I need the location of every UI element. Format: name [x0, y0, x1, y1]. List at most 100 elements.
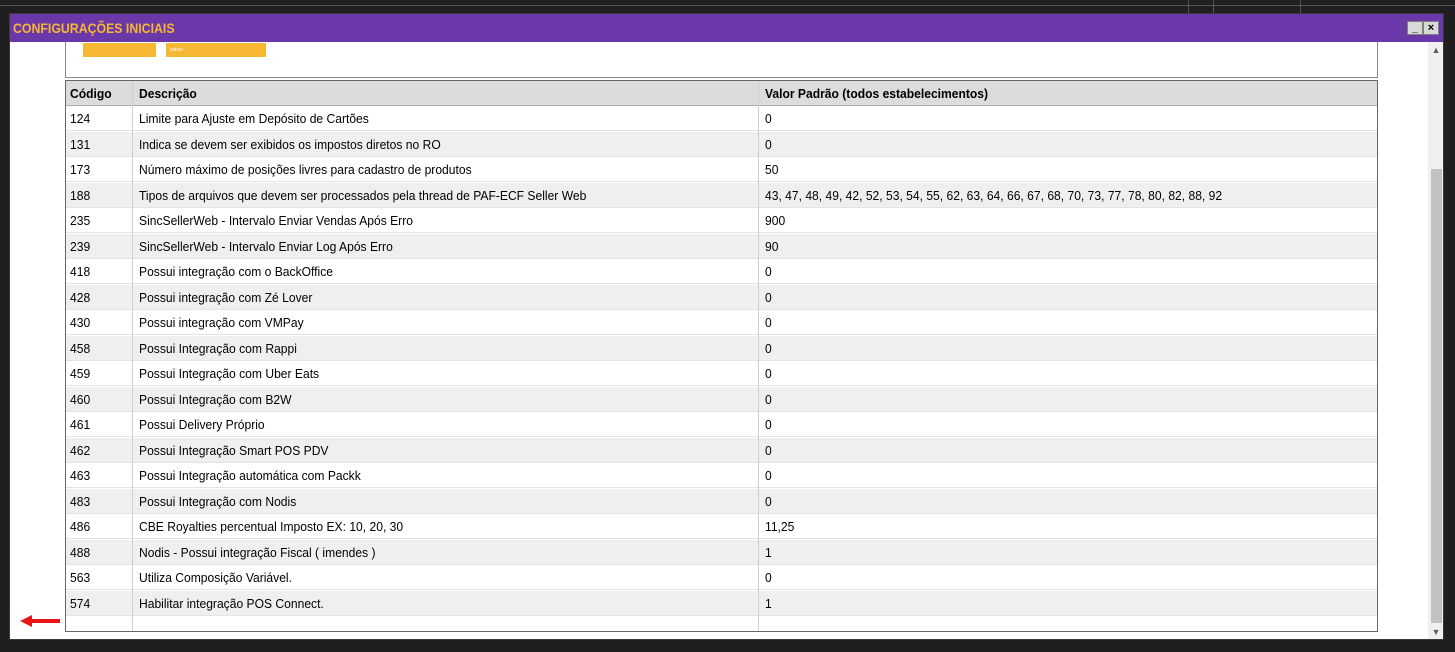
table-row[interactable]: 461 Possui Delivery Próprio 0	[66, 412, 1377, 437]
table-row[interactable]: 430 Possui integração com VMPay 0	[66, 310, 1377, 335]
row-code: 574	[70, 595, 91, 611]
row-description: Possui Delivery Próprio	[139, 417, 265, 432]
top-panel: salvar	[65, 42, 1378, 78]
row-code: 131	[70, 136, 91, 152]
row-value: 0	[765, 315, 772, 330]
table-row[interactable]: 486 CBE Royalties percentual Imposto EX: …	[66, 514, 1377, 539]
table-row[interactable]: 463 Possui Integração automática com Pack…	[66, 463, 1377, 488]
scrollbar-thumb[interactable]	[1431, 169, 1442, 623]
row-value: 11,25	[765, 519, 795, 534]
window-title: CONFIGURAÇÕES INICIAIS	[13, 20, 175, 36]
window-controls: _ ×	[1407, 21, 1439, 35]
table-row[interactable]: 460 Possui Integração com B2W 0	[66, 386, 1377, 412]
config-window: CONFIGURAÇÕES INICIAIS _ × salvar Código…	[9, 13, 1444, 640]
column-divider	[758, 81, 759, 631]
orange-button-2[interactable]: salvar	[166, 43, 266, 57]
table-row[interactable]: 418 Possui integração com o BackOffice 0	[66, 259, 1377, 284]
red-arrow-icon	[20, 615, 60, 627]
table-row[interactable]: 124 Limite para Ajuste em Depósito de Car…	[66, 106, 1377, 131]
row-description: Nodis - Possui integração Fiscal ( imend…	[139, 544, 376, 560]
row-code: 239	[70, 238, 91, 254]
table-row[interactable]: 239 SincSellerWeb - Intervalo Enviar Log …	[66, 233, 1377, 259]
row-code: 483	[70, 493, 91, 509]
row-value: 0	[765, 570, 772, 585]
row-description: Possui integração com o BackOffice	[139, 264, 333, 279]
config-table: Código Descrição Valor Padrão (todos est…	[65, 80, 1378, 632]
row-code: 462	[70, 442, 91, 458]
header-valor-padrao[interactable]: Valor Padrão (todos estabelecimentos)	[765, 81, 988, 106]
row-code: 486	[70, 519, 91, 534]
row-description: SincSellerWeb - Intervalo Enviar Vendas …	[139, 213, 413, 228]
window-titlebar[interactable]: CONFIGURAÇÕES INICIAIS _ ×	[10, 14, 1443, 42]
row-description: Possui Integração Smart POS PDV	[139, 442, 329, 458]
row-description: Possui Integração com Uber Eats	[139, 366, 320, 381]
row-value: 0	[765, 442, 772, 458]
row-value: 0	[765, 340, 772, 356]
row-value: 0	[765, 468, 772, 483]
table-header: Código Descrição Valor Padrão (todos est…	[66, 81, 1377, 106]
row-description: Habilitar integração POS Connect.	[139, 595, 324, 611]
row-value: 43, 47, 48, 49, 42, 52, 53, 54, 55, 62, …	[765, 187, 1223, 203]
row-value: 0	[765, 417, 772, 432]
table-row[interactable]: 488 Nodis - Possui integração Fiscal ( im…	[66, 539, 1377, 565]
column-divider	[132, 81, 133, 631]
header-descricao[interactable]: Descrição	[139, 81, 197, 106]
row-value: 0	[765, 289, 772, 305]
row-code: 463	[70, 468, 91, 483]
row-code: 188	[70, 187, 91, 203]
table-row[interactable]: 173 Número máximo de posições livres para…	[66, 157, 1377, 182]
row-description: Limite para Ajuste em Depósito de Cartõe…	[139, 111, 369, 126]
row-code: 461	[70, 417, 91, 432]
table-row[interactable]: 131 Indica se devem ser exibidos os impos…	[66, 131, 1377, 157]
orange-button-1[interactable]	[83, 43, 156, 57]
bg-line	[1188, 0, 1189, 13]
table-row[interactable]: 563 Utiliza Composição Variável. 0	[66, 565, 1377, 590]
table-row[interactable]: 574 Habilitar integração POS Connect. 1	[66, 590, 1377, 616]
row-description: SincSellerWeb - Intervalo Enviar Log Apó…	[139, 238, 393, 254]
row-value: 900	[765, 213, 786, 228]
row-description: Possui integração com Zé Lover	[139, 289, 313, 305]
row-description: Indica se devem ser exibidos os impostos…	[139, 136, 441, 152]
row-code: 563	[70, 570, 91, 585]
table-row[interactable]: 235 SincSellerWeb - Intervalo Enviar Vend…	[66, 208, 1377, 233]
row-code: 459	[70, 366, 91, 381]
triangle-down-icon[interactable]: ▼	[1428, 624, 1443, 639]
row-value: 0	[765, 264, 772, 279]
row-code: 458	[70, 340, 91, 356]
row-description: Possui Integração com B2W	[139, 391, 292, 407]
minimize-button[interactable]: _	[1407, 21, 1423, 35]
row-value: 0	[765, 493, 772, 509]
bg-line	[1300, 0, 1301, 13]
row-value: 0	[765, 391, 772, 407]
row-description: Utiliza Composição Variável.	[139, 570, 292, 585]
row-value: 90	[765, 238, 779, 254]
orange-button-2-label: salvar	[170, 47, 184, 53]
row-value: 0	[765, 136, 772, 152]
table-row[interactable]: 458 Possui Integração com Rappi 0	[66, 335, 1377, 361]
row-value: 0	[765, 366, 772, 381]
table-row[interactable]: 428 Possui integração com Zé Lover 0	[66, 284, 1377, 310]
triangle-up-icon[interactable]: ▲	[1428, 42, 1443, 58]
row-code: 418	[70, 264, 91, 279]
header-codigo[interactable]: Código	[70, 81, 112, 106]
table-row[interactable]: 188 Tipos de arquivos que devem ser proce…	[66, 182, 1377, 208]
bg-line	[1213, 0, 1214, 13]
row-value: 50	[765, 162, 779, 177]
row-value: 1	[765, 544, 772, 560]
close-button[interactable]: ×	[1423, 21, 1439, 35]
row-description: Possui integração com VMPay	[139, 315, 304, 330]
row-value: 1	[765, 595, 772, 611]
row-description: Possui Integração com Rappi	[139, 340, 297, 356]
row-code: 488	[70, 544, 91, 560]
table-row[interactable]: 483 Possui Integração com Nodis 0	[66, 488, 1377, 514]
table-row[interactable]: 459 Possui Integração com Uber Eats 0	[66, 361, 1377, 386]
table-row[interactable]: 462 Possui Integração Smart POS PDV 0	[66, 437, 1377, 463]
row-code: 235	[70, 213, 91, 228]
bg-line	[0, 5, 1455, 6]
vertical-scrollbar[interactable]: ▲ ▼	[1428, 42, 1443, 639]
row-value: 0	[765, 111, 772, 126]
row-code: 460	[70, 391, 91, 407]
row-code: 428	[70, 289, 91, 305]
row-description: Possui Integração automática com Packk	[139, 468, 361, 483]
row-description: Possui Integração com Nodis	[139, 493, 297, 509]
